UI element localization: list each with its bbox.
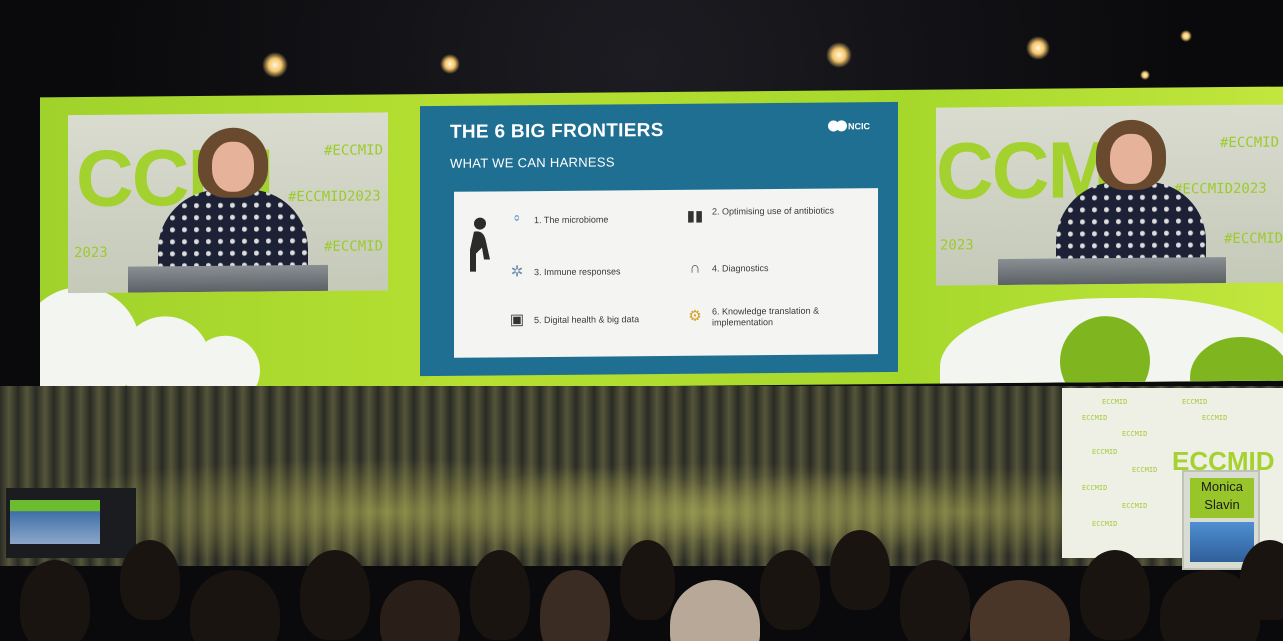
ceiling-light	[1180, 30, 1192, 42]
stethoscope-icon: ∩	[689, 259, 701, 277]
hashtag: #ECCMID	[324, 142, 384, 159]
slide-title: THE 6 BIG FRONTIERS	[450, 119, 664, 143]
ceiling-light	[1140, 70, 1150, 80]
computer-icon: ▣	[509, 310, 525, 328]
speaker-figure	[158, 127, 308, 271]
speaker-figure	[1056, 119, 1206, 263]
podium	[998, 257, 1226, 286]
ncic-logo: NCIC	[828, 120, 870, 132]
speaker-name-sign: Monica Slavin	[1190, 478, 1254, 518]
audience	[0, 520, 1283, 641]
hashtag: #ECCMID	[324, 238, 384, 255]
conference-hall-photo: CCMI #ECCMID #ECCMID2023 #ECCMID 2023 TH…	[0, 0, 1283, 641]
slide-subtitle: WHAT WE CAN HARNESS	[450, 154, 615, 171]
presentation-slide: THE 6 BIG FRONTIERS WHAT WE CAN HARNESS …	[420, 101, 898, 377]
immune-icon: ✲	[510, 262, 524, 280]
year-text: 2023	[940, 237, 974, 254]
year-text: 2023	[74, 244, 108, 262]
hashtag: #ECCMID	[1220, 134, 1280, 152]
camera-feed-left: CCMI #ECCMID #ECCMID2023 #ECCMID 2023	[68, 112, 388, 294]
projection-screen: CCMI #ECCMID #ECCMID2023 #ECCMID 2023 TH…	[40, 86, 1283, 392]
ceiling-light	[440, 54, 460, 74]
frontier-item-5: ▣ 5. Digital health & big data	[506, 308, 666, 331]
frontier-item-4: ∩ 4. Diagnostics	[684, 256, 864, 280]
ceiling-light	[826, 42, 852, 68]
ceiling-light	[1026, 36, 1050, 60]
frontier-item-1: ᭜ 1. The microbiome	[506, 208, 656, 231]
gears-icon: ⚙	[688, 307, 702, 325]
thinker-icon	[470, 217, 490, 272]
frontiers-panel: ᭜ 1. The microbiome ▮▮ 2. Optimising use…	[454, 188, 878, 358]
frontier-item-3: ✲ 3. Immune responses	[506, 260, 656, 283]
antibiotics-icon: ▮▮	[686, 207, 704, 225]
hashtag: #ECCMID	[1224, 230, 1283, 248]
frontier-item-6: ⚙ 6. Knowledge translation & implementat…	[684, 304, 869, 329]
camera-feed-right: CCMI #ECCMID #ECCMID2023 #ECCMID 2023	[936, 104, 1283, 286]
ceiling-light	[262, 52, 288, 78]
microbiome-icon: ᭜	[514, 210, 520, 228]
podium	[128, 264, 328, 293]
frontier-item-2: ▮▮ 2. Optimising use of antibiotics	[684, 204, 864, 228]
